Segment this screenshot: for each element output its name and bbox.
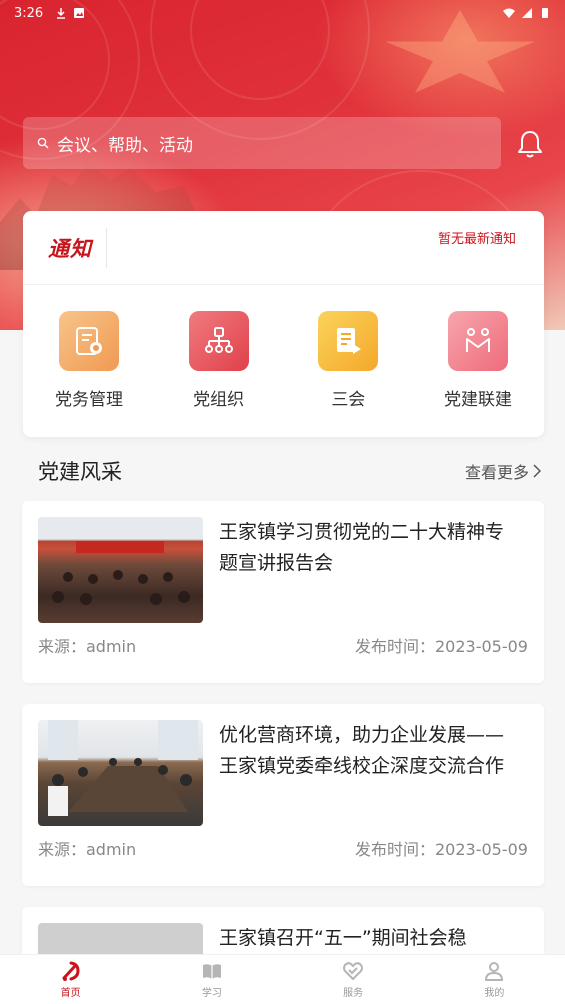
document-badge-icon xyxy=(59,311,119,371)
tab-label: 我的 xyxy=(484,988,505,999)
chevron-right-icon xyxy=(533,464,541,478)
news-thumbnail xyxy=(38,517,203,623)
news-title: 优化营商环境，助力企业发展——王家镇党委牵线校企深度交流合作 xyxy=(219,724,505,777)
status-bar: 3:26 xyxy=(0,0,565,26)
tab-label: 学习 xyxy=(201,988,222,999)
search-icon xyxy=(37,137,49,149)
view-more-label: 查看更多 xyxy=(464,463,529,482)
download-icon xyxy=(57,8,66,19)
notice-message: 暂无最新通知 xyxy=(437,232,516,247)
party-emblem-icon xyxy=(62,961,80,981)
news-source: 来源：admin xyxy=(38,840,137,859)
news-date: 发布时间：2023-05-09 xyxy=(355,637,528,656)
tab-mine[interactable]: 我的 xyxy=(424,955,565,1004)
divider xyxy=(106,227,107,268)
menu-label: 三会 xyxy=(331,390,366,410)
bell-icon[interactable] xyxy=(514,128,546,160)
heart-hands-icon xyxy=(343,962,364,981)
tab-study[interactable]: 学习 xyxy=(141,955,282,1004)
menu-label: 党建联建 xyxy=(443,390,512,410)
section-title: 党建风采 xyxy=(38,460,122,484)
menu-label: 党务管理 xyxy=(55,390,123,410)
quick-menu: 党务管理 党组织 三会 党建联建 xyxy=(23,285,544,410)
news-title: 王家镇学习贯彻党的二十大精神专题宣讲报告会 xyxy=(219,521,505,574)
search-placeholder: 会议、帮助、活动 xyxy=(57,135,193,156)
signal-icon xyxy=(522,8,532,18)
tab-label: 服务 xyxy=(343,988,364,999)
menu-item-three-meetings[interactable]: 三会 xyxy=(298,311,398,410)
notice-bar[interactable]: 通知 暂无最新通知 xyxy=(23,211,544,285)
notice-logo: 通知 xyxy=(48,235,92,261)
notice-menu-card: 通知 暂无最新通知 党务管理 党组织 三会 党建联建 xyxy=(23,211,544,437)
status-time: 3:26 xyxy=(14,5,44,21)
menu-item-party-building[interactable]: 党建联建 xyxy=(428,311,528,410)
image-icon xyxy=(74,8,85,18)
menu-label: 党组织 xyxy=(193,390,245,410)
news-title: 王家镇召开“五一”期间社会稳 xyxy=(219,927,467,949)
menu-item-party-org[interactable]: 党组织 xyxy=(169,311,269,410)
news-date: 发布时间：2023-05-09 xyxy=(355,840,528,859)
wifi-icon xyxy=(503,8,515,18)
tab-label: 首页 xyxy=(60,988,81,999)
user-icon xyxy=(485,962,504,981)
menu-item-party-affairs[interactable]: 党务管理 xyxy=(39,311,139,410)
bottom-tab-bar: 首页 学习 服务 我的 xyxy=(0,954,565,1004)
org-chart-icon xyxy=(188,311,249,371)
meeting-doc-icon xyxy=(318,311,379,371)
tab-service[interactable]: 服务 xyxy=(283,955,424,1004)
search-bar[interactable]: 会议、帮助、活动 xyxy=(23,117,501,169)
people-link-icon xyxy=(447,311,508,371)
news-source: 来源：admin xyxy=(38,637,137,656)
battery-icon xyxy=(542,8,548,18)
tab-home[interactable]: 首页 xyxy=(0,955,141,1004)
news-thumbnail xyxy=(38,720,203,826)
news-card[interactable]: 王家镇学习贯彻党的二十大精神专题宣讲报告会 来源：admin 发布时间：2023… xyxy=(22,501,544,683)
news-card[interactable]: 优化营商环境，助力企业发展——王家镇党委牵线校企深度交流合作 来源：admin … xyxy=(22,704,544,886)
book-icon xyxy=(202,964,221,979)
view-more-link[interactable]: 查看更多 xyxy=(465,459,541,483)
